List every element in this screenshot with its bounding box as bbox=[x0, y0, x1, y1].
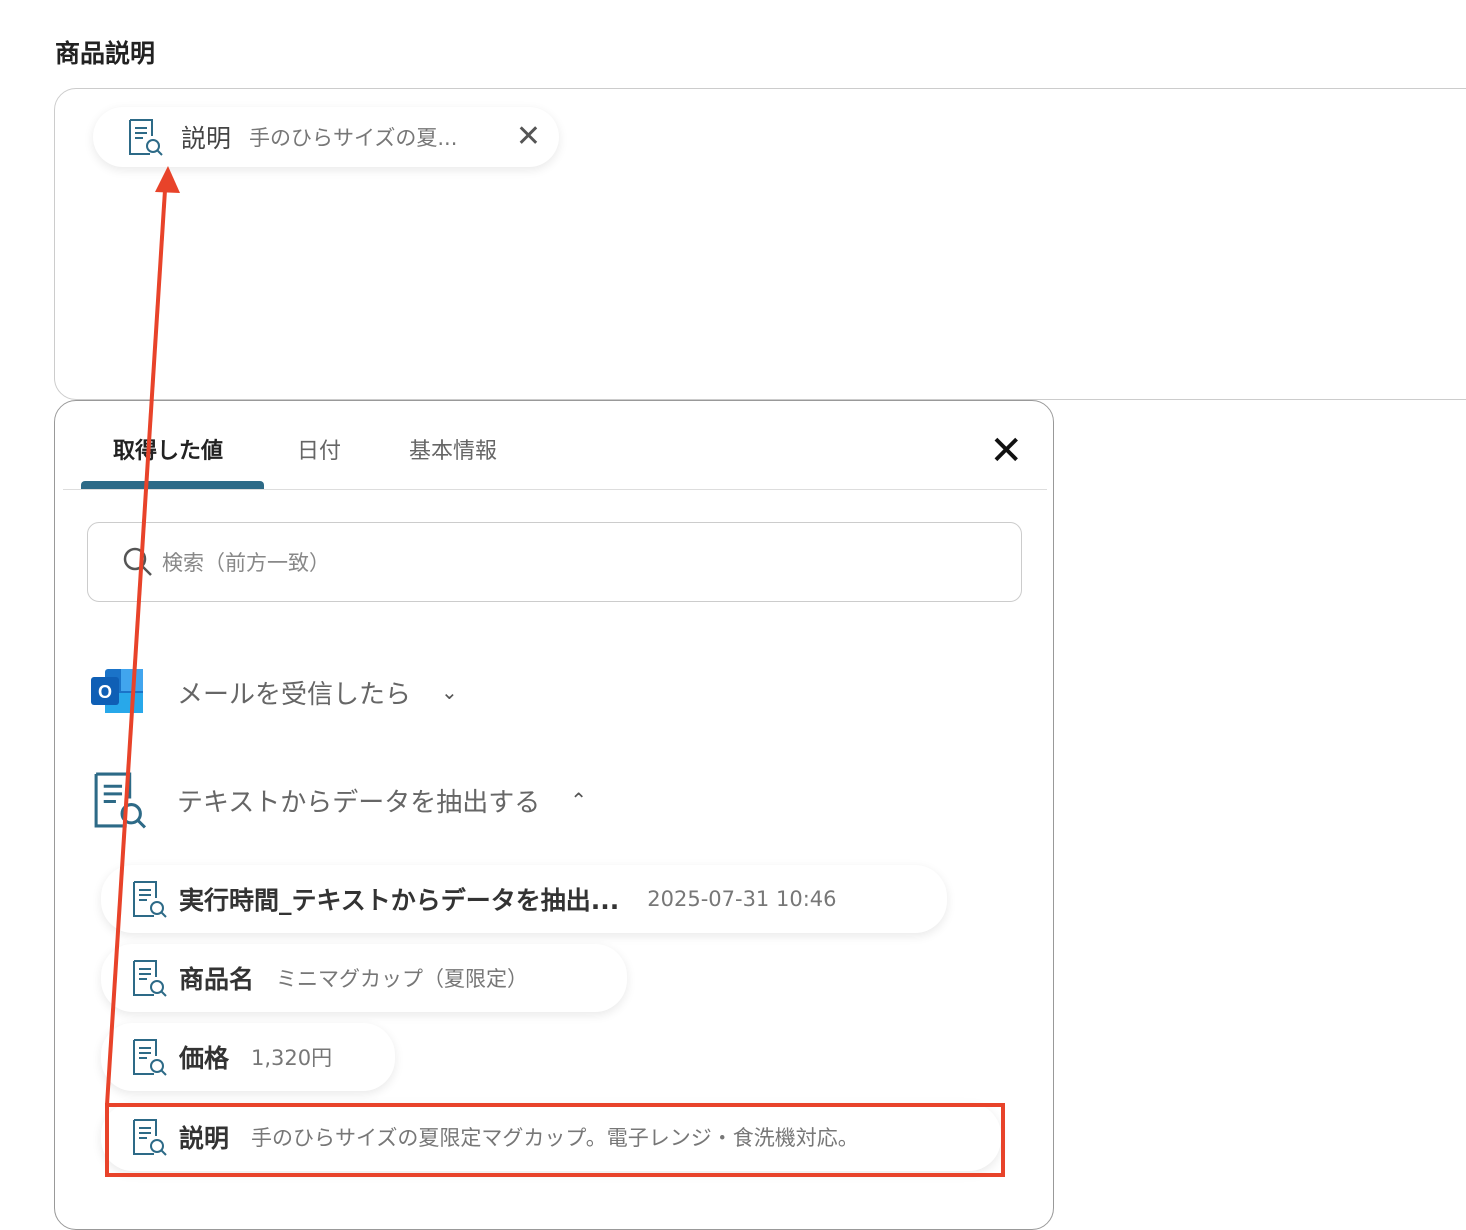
tab-acquired-values[interactable]: 取得した値 bbox=[113, 433, 223, 465]
item-label: 商品名 bbox=[179, 965, 255, 994]
group-label: メールを受信したら bbox=[177, 679, 412, 710]
document-search-icon bbox=[131, 1038, 167, 1076]
selected-value-chip[interactable]: 説明 手のひらサイズの夏... ✕ bbox=[93, 107, 559, 167]
tab-bar: 取得した値 日付 基本情報 bbox=[63, 401, 1047, 490]
svg-text:O: O bbox=[98, 682, 112, 702]
tab-date[interactable]: 日付 bbox=[297, 433, 341, 465]
search-icon bbox=[123, 547, 152, 576]
document-search-icon bbox=[127, 118, 163, 156]
list-item[interactable]: 説明 手のひらサイズの夏限定マグカップ。電子レンジ・食洗機対応。 bbox=[101, 1103, 1001, 1171]
item-label: 実行時間_テキストからデータを抽出... bbox=[179, 886, 620, 915]
search-placeholder: 検索（前方一致） bbox=[162, 551, 330, 575]
item-value: ミニマグカップ（夏限定） bbox=[276, 967, 529, 991]
outlook-icon: O bbox=[91, 669, 143, 713]
list-item[interactable]: 実行時間_テキストからデータを抽出... 2025-07-31 10:46 bbox=[101, 865, 947, 933]
group-extract-data[interactable]: テキストからデータを抽出する ⌃ bbox=[91, 771, 587, 829]
list-item[interactable]: 価格 1,320円 bbox=[101, 1023, 395, 1091]
group-mail-received[interactable]: O メールを受信したら ⌄ bbox=[91, 667, 458, 717]
section-title: 商品説明 bbox=[55, 39, 156, 68]
search-input[interactable]: 検索（前方一致） bbox=[87, 522, 1022, 602]
chevron-up-icon[interactable]: ⌃ bbox=[570, 788, 587, 812]
document-search-icon bbox=[131, 959, 167, 997]
group-label: テキストからデータを抽出する bbox=[177, 787, 541, 818]
tab-basic-info[interactable]: 基本情報 bbox=[409, 433, 497, 465]
document-search-icon bbox=[131, 1118, 167, 1156]
document-search-icon bbox=[131, 880, 167, 918]
list-item[interactable]: 商品名 ミニマグカップ（夏限定） bbox=[101, 944, 627, 1012]
chip-value: 手のひらサイズの夏... bbox=[249, 126, 458, 150]
item-value: 手のひらサイズの夏限定マグカップ。電子レンジ・食洗機対応。 bbox=[251, 1126, 859, 1150]
active-tab-indicator bbox=[81, 481, 264, 489]
item-label: 価格 bbox=[179, 1044, 230, 1073]
value-picker-panel: 取得した値 日付 基本情報 ✕ 検索（前方一致） O メールを受信したら ⌄ テ… bbox=[54, 400, 1054, 1230]
item-value: 1,320円 bbox=[251, 1046, 333, 1070]
item-value: 2025-07-31 10:46 bbox=[647, 887, 837, 911]
chevron-down-icon[interactable]: ⌄ bbox=[441, 680, 458, 704]
remove-chip-icon[interactable]: ✕ bbox=[516, 122, 541, 152]
chip-label: 説明 bbox=[181, 124, 232, 153]
item-label: 説明 bbox=[179, 1124, 230, 1153]
close-panel-icon[interactable]: ✕ bbox=[989, 431, 1023, 471]
document-search-icon bbox=[91, 771, 147, 829]
